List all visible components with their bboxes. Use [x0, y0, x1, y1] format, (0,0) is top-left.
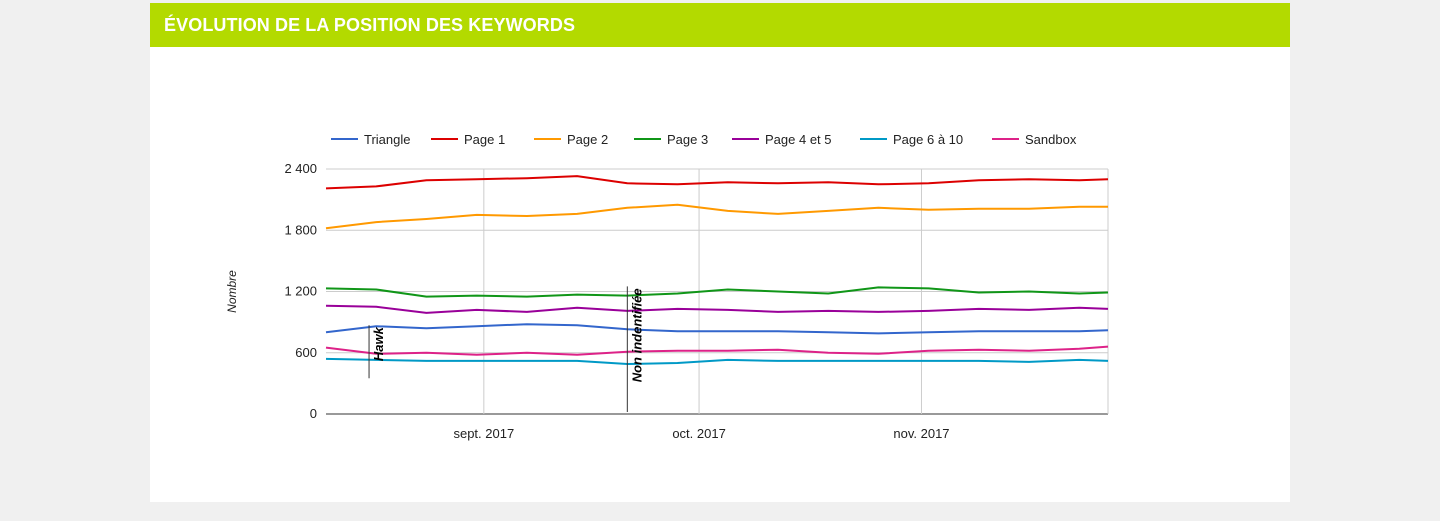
series-line-6	[325, 345, 1109, 356]
y-tick-label: 1 200	[284, 284, 317, 299]
series-line-2	[325, 203, 1108, 230]
legend-entry-4: Page 4 et 5	[765, 132, 832, 147]
annotation-label: Hawk	[371, 326, 386, 361]
legend-entry-1: Page 1	[464, 132, 505, 147]
y-tick-label: 0	[310, 406, 317, 421]
legend-entry-6: Sandbox	[1025, 132, 1077, 147]
chart-card: ÉVOLUTION DE LA POSITION DES KEYWORDS 06…	[150, 3, 1290, 502]
y-axis-label: Nombre	[225, 270, 239, 313]
y-tick-label: 1 800	[284, 222, 317, 237]
x-tick-label: oct. 2017	[672, 426, 726, 441]
annotation-label: Non indentifiée	[629, 288, 644, 382]
series-line-5	[325, 357, 1109, 365]
legend-entry-3: Page 3	[667, 132, 708, 147]
legend-entry-0: Triangle	[364, 132, 410, 147]
x-tick-label: nov. 2017	[893, 426, 949, 441]
legend-entry-5: Page 6 à 10	[893, 132, 963, 147]
line-chart: 0 600 1 200 1 800 2 400 sept. 2017 oct. 2017 no…	[225, 132, 1109, 441]
series-line-0	[325, 323, 1109, 335]
series-line-1	[325, 175, 1109, 190]
y-tick-label: 600	[295, 345, 317, 360]
series-line-4	[325, 304, 1109, 314]
legend-entry-2: Page 2	[567, 132, 608, 147]
y-tick-label: 2 400	[284, 161, 317, 176]
x-tick-label: sept. 2017	[453, 426, 514, 441]
